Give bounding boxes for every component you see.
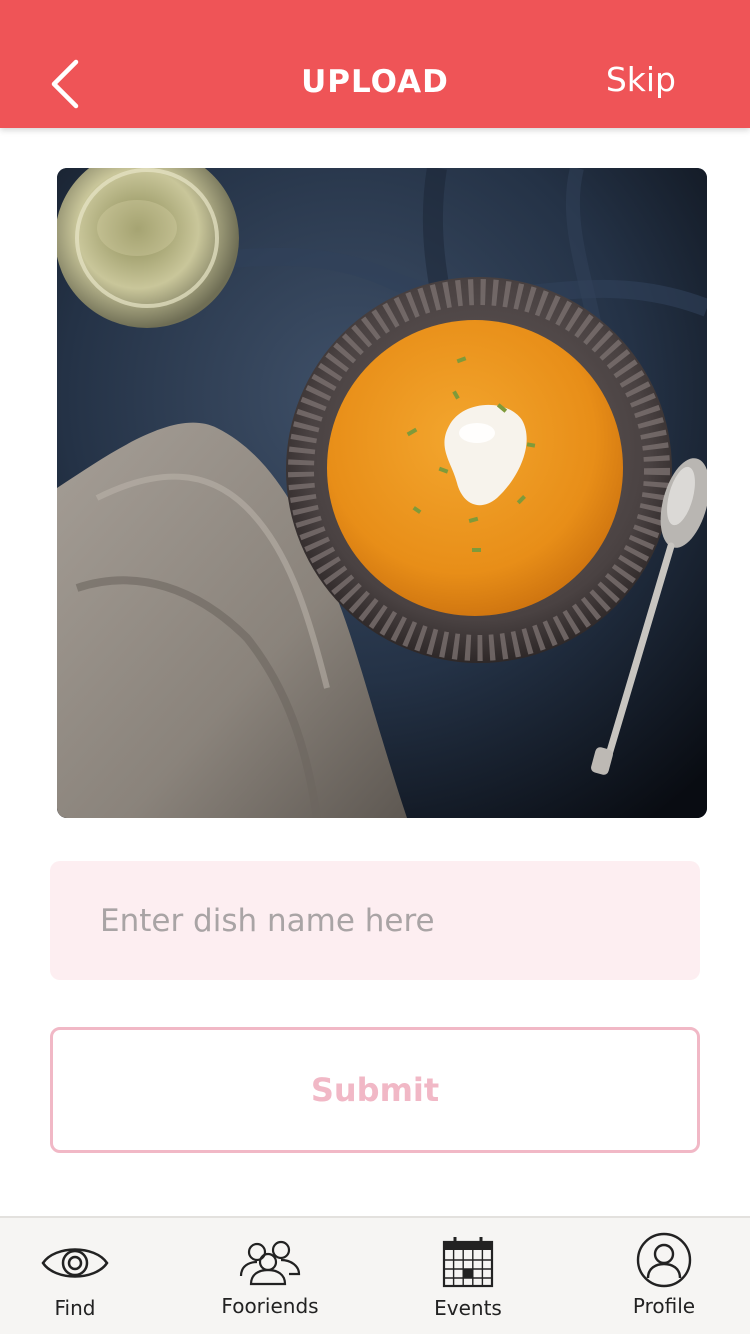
group-icon (239, 1240, 301, 1286)
tab-fooriends[interactable]: Fooriends (195, 1218, 345, 1334)
calendar-icon (442, 1237, 494, 1288)
header-bar: UPLOAD Skip (0, 0, 750, 128)
upload-screen: UPLOAD Skip Enter dish name here Submit … (0, 0, 750, 1334)
tab-find-label: Find (54, 1296, 96, 1320)
user-circle-icon (636, 1232, 692, 1288)
dish-photo (57, 168, 707, 818)
tab-events[interactable]: Events (393, 1218, 543, 1334)
eye-icon (41, 1248, 109, 1278)
tab-profile[interactable]: Profile (589, 1218, 739, 1334)
skip-button[interactable]: Skip (606, 58, 676, 102)
tab-find[interactable]: Find (0, 1218, 150, 1334)
tab-profile-label: Profile (632, 1294, 696, 1318)
dish-name-input[interactable] (50, 861, 700, 980)
submit-button[interactable]: Submit (50, 1027, 700, 1153)
bottom-tab-bar: Find Fooriends Events Profile (0, 1216, 750, 1334)
tab-fooriends-label: Fooriends (221, 1294, 319, 1318)
tab-events-label: Events (434, 1296, 502, 1320)
